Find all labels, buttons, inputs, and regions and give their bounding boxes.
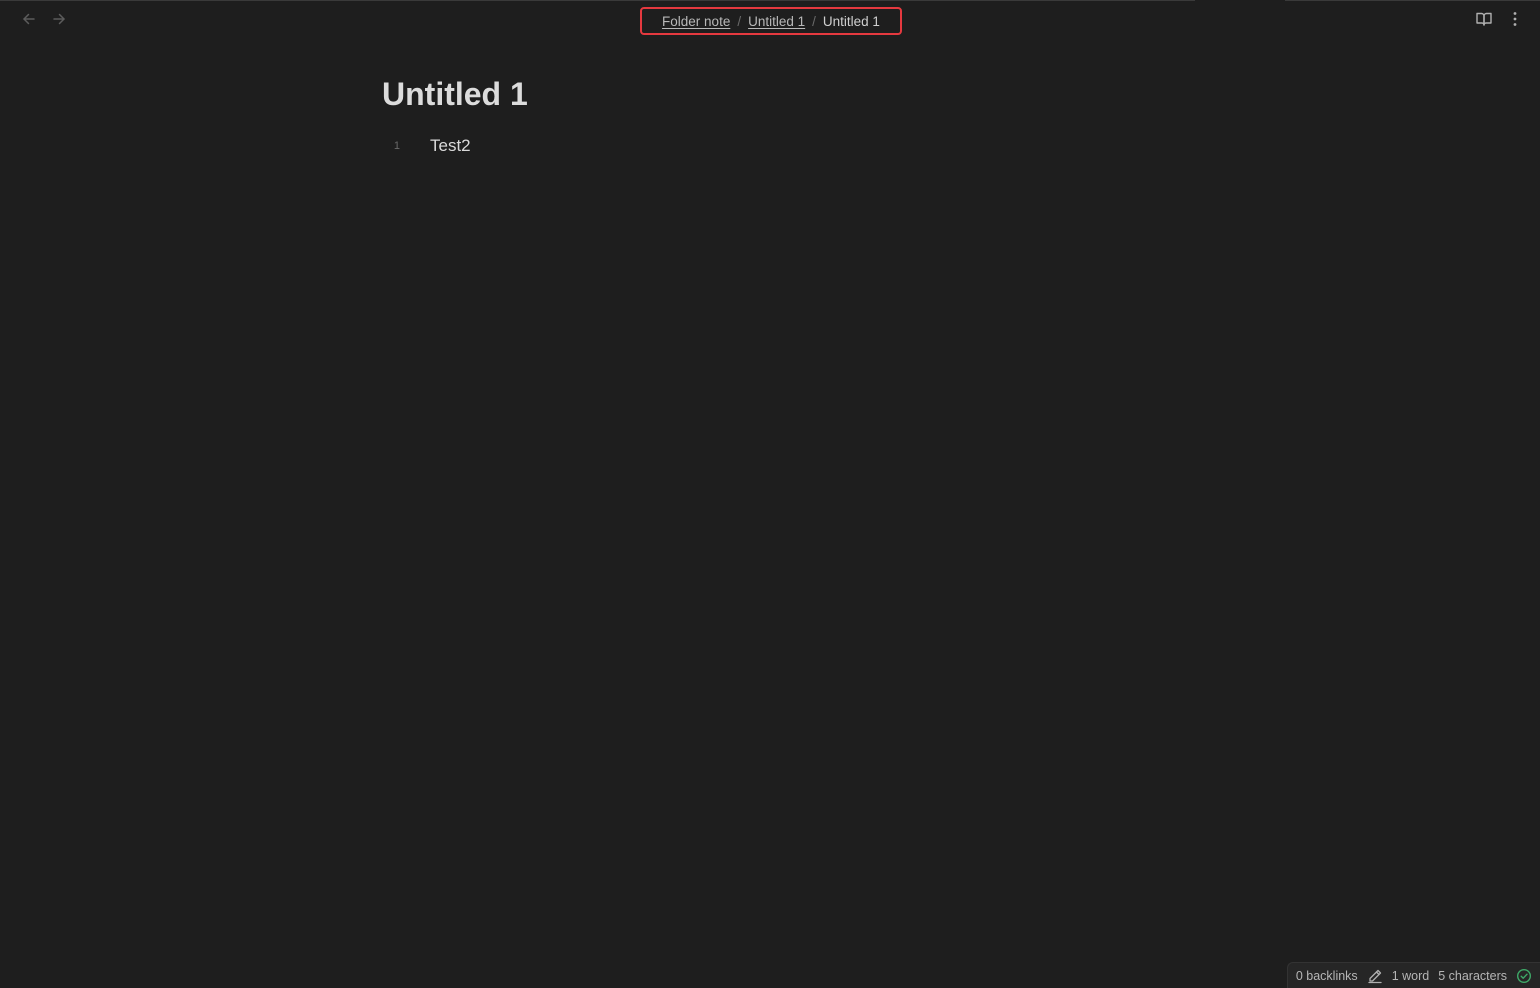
book-open-icon bbox=[1475, 10, 1493, 33]
arrow-left-icon bbox=[21, 11, 37, 32]
top-border bbox=[0, 0, 1195, 1]
character-count: 5 characters bbox=[1438, 968, 1507, 983]
backlinks-count[interactable]: 0 backlinks bbox=[1296, 969, 1358, 983]
note-title[interactable]: Untitled 1 bbox=[382, 76, 528, 113]
line-text[interactable]: Test2 bbox=[430, 136, 471, 156]
top-border-right bbox=[1285, 0, 1540, 1]
more-vertical-icon bbox=[1506, 10, 1524, 33]
app-window: Folder note / Untitled 1 / Untitled 1 Un… bbox=[0, 0, 1540, 988]
status-bar: 0 backlinks 1 word 5 characters bbox=[1286, 962, 1540, 988]
breadcrumb-item-folder-note[interactable]: Folder note bbox=[662, 14, 730, 29]
reading-view-button[interactable] bbox=[1474, 11, 1494, 31]
breadcrumb-item-current: Untitled 1 bbox=[822, 13, 880, 29]
back-button[interactable] bbox=[19, 11, 39, 31]
word-count: 1 word bbox=[1391, 968, 1430, 983]
breadcrumb-separator: / bbox=[812, 13, 816, 29]
more-options-button[interactable] bbox=[1505, 11, 1525, 31]
breadcrumb-item-untitled-parent[interactable]: Untitled 1 bbox=[748, 14, 805, 29]
forward-button[interactable] bbox=[49, 11, 69, 31]
line-number: 1 bbox=[393, 140, 400, 152]
arrow-right-icon bbox=[51, 11, 67, 32]
sync-check-icon[interactable] bbox=[1516, 968, 1532, 984]
pencil-icon[interactable] bbox=[1367, 968, 1383, 984]
breadcrumb-separator: / bbox=[737, 13, 742, 29]
editor-line[interactable]: 1 Test2 bbox=[382, 134, 471, 158]
breadcrumb: Folder note / Untitled 1 / Untitled 1 bbox=[640, 7, 902, 35]
